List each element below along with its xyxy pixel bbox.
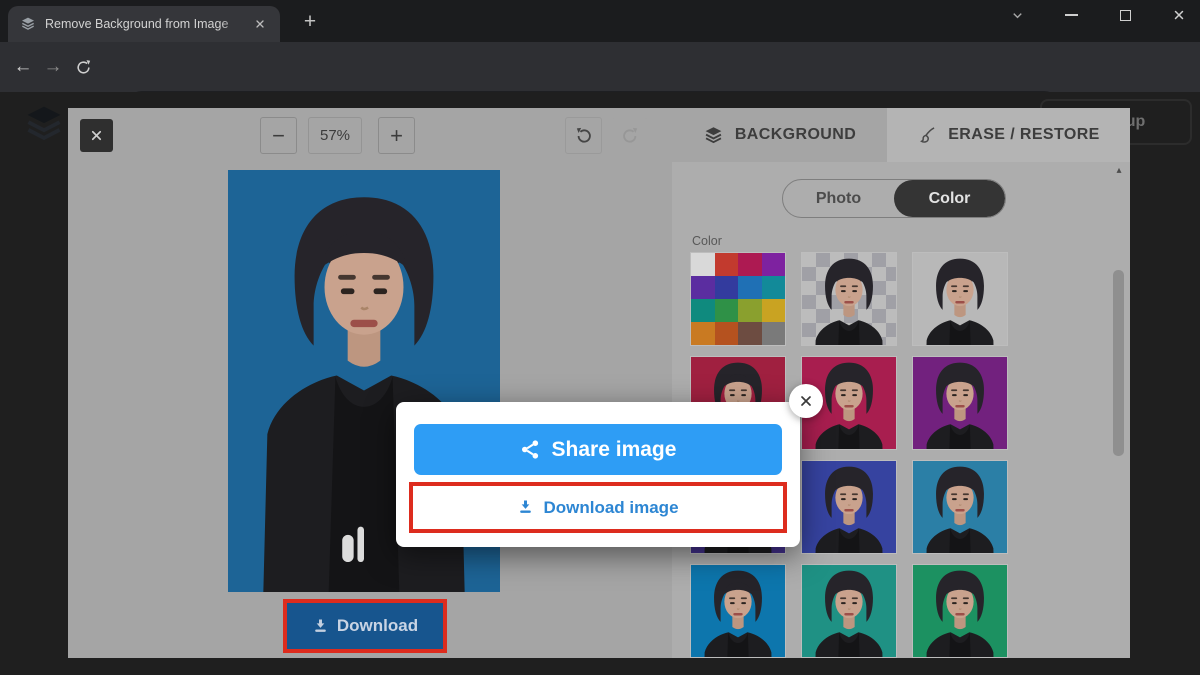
palette-color-cell xyxy=(762,322,786,345)
window-minimize-button[interactable] xyxy=(1056,2,1086,28)
layers-favicon-icon xyxy=(20,16,36,32)
reload-icon[interactable] xyxy=(68,52,98,82)
undo-icon xyxy=(574,126,594,146)
tab-title: Remove Background from Image xyxy=(45,17,250,31)
share-download-popup: Share image Download image xyxy=(396,402,800,547)
background-swatch[interactable] xyxy=(801,252,897,346)
palette-color-cell xyxy=(715,276,739,299)
palette-color-cell xyxy=(738,276,762,299)
browser-toolbar: ← → remove.bg/upload Khách xyxy=(0,42,1200,92)
zoom-out-button[interactable]: − xyxy=(260,117,297,154)
editor-panel: BACKGROUND ERASE / RESTORE Photo Color C… xyxy=(672,108,1130,658)
back-icon[interactable]: ← xyxy=(8,52,38,82)
browser-tab[interactable]: Remove Background from Image xyxy=(8,6,280,42)
removebg-page: Sign up − 57% + xyxy=(0,92,1200,675)
window-maximize-button[interactable] xyxy=(1110,2,1140,28)
brush-icon xyxy=(917,125,937,145)
toggle-color[interactable]: Color xyxy=(894,180,1005,217)
background-swatch[interactable] xyxy=(801,564,897,658)
palette-color-cell xyxy=(691,253,715,276)
share-icon xyxy=(520,439,541,460)
background-swatch[interactable] xyxy=(690,252,786,346)
palette-color-cell xyxy=(762,299,786,322)
zoom-in-button[interactable]: + xyxy=(378,117,415,154)
download-image-button[interactable]: Download image xyxy=(413,486,783,529)
palette-color-cell xyxy=(691,276,715,299)
download-highlight: Download xyxy=(283,599,447,653)
color-section-label: Color xyxy=(692,234,722,248)
palette-color-cell xyxy=(691,322,715,345)
forward-icon[interactable]: → xyxy=(38,52,68,82)
download-icon xyxy=(517,499,534,516)
download-image-highlight: Download image xyxy=(409,482,787,533)
editor-card: − 57% + xyxy=(68,108,1130,658)
undo-button[interactable] xyxy=(565,117,602,154)
palette-color-cell xyxy=(738,253,762,276)
photo-color-toggle: Photo Color xyxy=(782,179,1006,218)
zoom-level: 57% xyxy=(308,117,362,154)
scrollbar-thumb[interactable] xyxy=(1113,270,1124,456)
background-swatch[interactable] xyxy=(912,564,1008,658)
browser-tabstrip: Remove Background from Image + xyxy=(0,0,1200,42)
background-swatch[interactable] xyxy=(912,252,1008,346)
removebg-logo-icon[interactable] xyxy=(22,102,66,146)
palette-color-cell xyxy=(715,299,739,322)
tab-close-icon[interactable] xyxy=(250,14,270,34)
window-close-button[interactable] xyxy=(1164,2,1194,28)
palette-color-cell xyxy=(715,253,739,276)
palette-color-cell xyxy=(762,276,786,299)
new-tab-button[interactable]: + xyxy=(296,10,324,34)
redo-icon xyxy=(620,126,640,146)
toggle-photo[interactable]: Photo xyxy=(783,180,894,217)
redo-button[interactable] xyxy=(611,117,648,154)
share-image-button[interactable]: Share image xyxy=(414,424,782,475)
palette-color-cell xyxy=(715,322,739,345)
palette-color-cell xyxy=(762,253,786,276)
popup-close-button[interactable] xyxy=(789,384,823,418)
editor-close-button[interactable] xyxy=(80,119,113,152)
tab-background[interactable]: BACKGROUND xyxy=(672,108,887,162)
palette-color-cell xyxy=(738,299,762,322)
screen: Remove Background from Image + ← → remov… xyxy=(0,0,1200,675)
download-button[interactable]: Download xyxy=(287,603,443,649)
scrollbar-up-icon[interactable]: ▴ xyxy=(1112,163,1126,177)
tab-search-chevron-icon[interactable] xyxy=(1002,2,1032,28)
background-swatch[interactable] xyxy=(912,356,1008,450)
background-swatch[interactable] xyxy=(801,460,897,554)
background-swatch[interactable] xyxy=(690,564,786,658)
palette-color-cell xyxy=(691,299,715,322)
background-swatch[interactable] xyxy=(912,460,1008,554)
tab-erase-restore[interactable]: ERASE / RESTORE xyxy=(887,108,1130,162)
download-icon xyxy=(312,618,329,635)
layers-icon xyxy=(703,125,724,146)
palette-color-cell xyxy=(738,322,762,345)
